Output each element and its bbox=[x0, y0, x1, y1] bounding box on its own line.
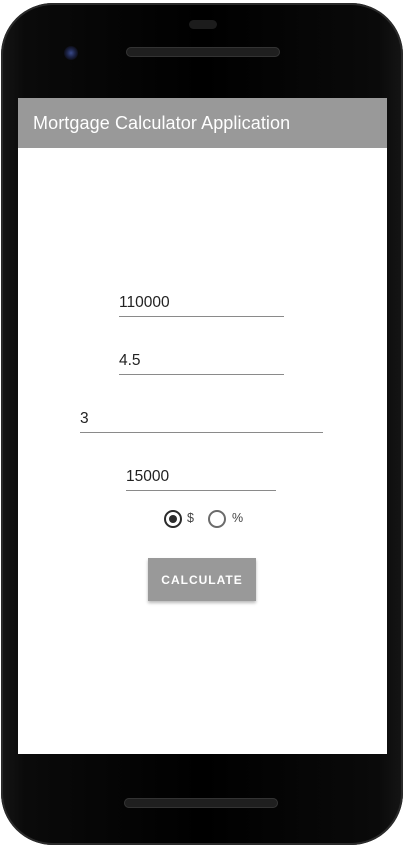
down-payment-field[interactable] bbox=[126, 466, 276, 491]
loan-amount-input[interactable] bbox=[119, 292, 284, 314]
speaker-icon bbox=[126, 47, 280, 57]
dollar-radio[interactable] bbox=[164, 510, 182, 528]
loan-term-field[interactable] bbox=[80, 408, 323, 433]
percent-radio-label[interactable]: % bbox=[232, 511, 243, 525]
loan-term-input[interactable] bbox=[80, 408, 323, 430]
percent-radio[interactable] bbox=[208, 510, 226, 528]
dollar-radio-dot bbox=[169, 515, 177, 523]
interest-rate-input[interactable] bbox=[119, 350, 284, 372]
sensor-notch bbox=[189, 20, 217, 29]
bottom-speaker-icon bbox=[124, 798, 278, 808]
app-title: Mortgage Calculator Application bbox=[33, 113, 291, 133]
dollar-radio-label[interactable]: $ bbox=[187, 511, 194, 525]
app-bar: Mortgage Calculator Application bbox=[18, 98, 387, 148]
device-frame: Mortgage Calculator Application $ % CAL bbox=[0, 0, 405, 847]
loan-amount-field[interactable] bbox=[119, 292, 284, 317]
app-screen: Mortgage Calculator Application $ % CAL bbox=[18, 98, 387, 754]
camera-icon bbox=[64, 46, 78, 60]
interest-rate-field[interactable] bbox=[119, 350, 284, 375]
percent-radio-ring bbox=[208, 510, 226, 528]
down-payment-input[interactable] bbox=[126, 466, 276, 488]
calculate-button[interactable]: CALCULATE bbox=[148, 558, 256, 601]
